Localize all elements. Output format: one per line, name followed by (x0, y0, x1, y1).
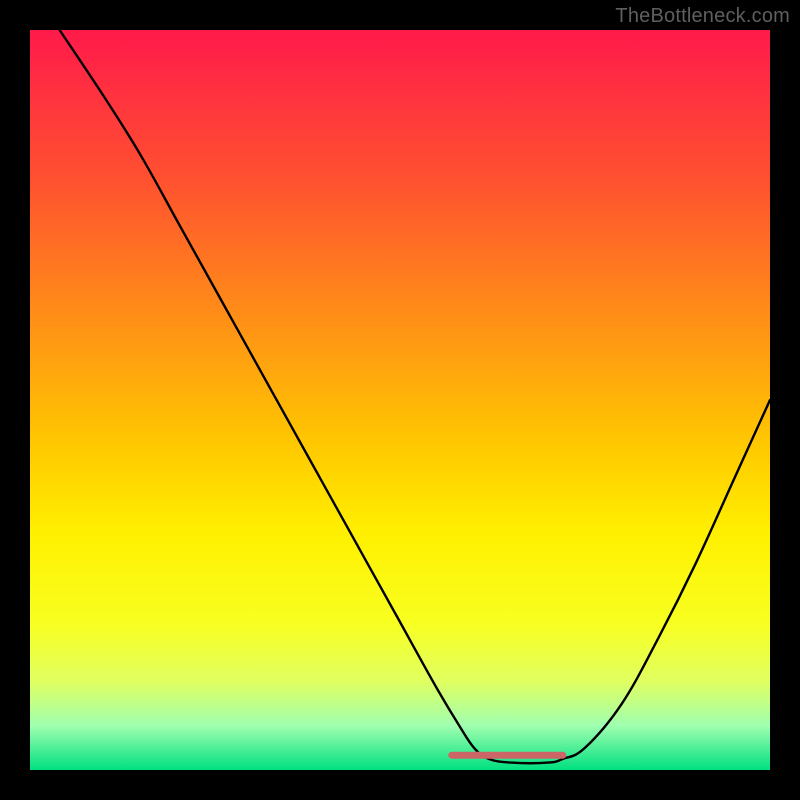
chart-svg-overlay (0, 0, 800, 800)
curve-group (60, 30, 770, 763)
watermark-text: TheBottleneck.com (615, 5, 790, 28)
chart-frame: TheBottleneck.com (0, 0, 800, 800)
bottleneck-curve (60, 30, 770, 763)
